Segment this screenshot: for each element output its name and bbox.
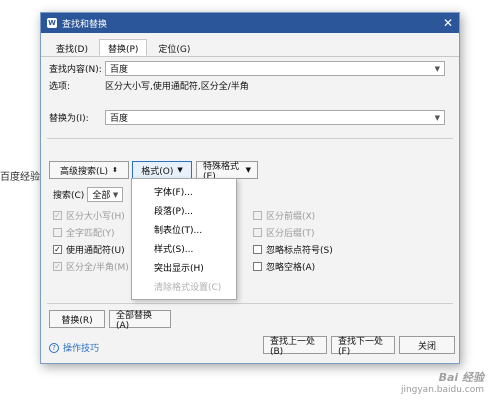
prefix-checkbox[interactable]: 区分前缀(X) — [253, 208, 315, 222]
options-row: 选项: 区分大小写,使用通配符,区分全/半角 — [49, 79, 249, 92]
help-icon: ? — [49, 342, 59, 353]
background-text: 百度经验 — [0, 172, 40, 183]
tab-replace[interactable]: 替换(P) — [98, 39, 148, 56]
tips-link[interactable]: 操作技巧 — [63, 341, 99, 354]
watermark-logo: Bai 经验 — [438, 371, 484, 384]
tab-goto[interactable]: 定位(G) — [149, 39, 199, 56]
find-replace-dialog: W 查找和替换 ✕ 查找(D) 替换(P) 定位(G) 查找内容(N): 百度 … — [40, 12, 460, 364]
app-icon: W — [47, 18, 57, 28]
search-scope-row: 搜索(C) 全部 ▼ — [53, 187, 124, 202]
format-button[interactable]: 格式(O) ▼ — [132, 161, 192, 179]
replace-all-button[interactable]: 全部替换(A) — [109, 310, 171, 331]
replace-value: 百度 — [110, 114, 129, 124]
close-icon[interactable]: ✕ — [443, 17, 453, 29]
menu-item-paragraph[interactable]: 段落(P)... — [132, 201, 236, 220]
checkbox-box — [253, 244, 262, 254]
replace-button[interactable]: 替换(R) — [49, 310, 105, 328]
suffix-checkbox[interactable]: 区分后缀(T) — [253, 225, 315, 239]
options-label: 选项: — [49, 82, 71, 92]
checkbox-label: 忽略标点符号(S) — [266, 245, 333, 256]
titlebar: W 查找和替换 ✕ — [41, 13, 459, 33]
search-label: 搜索(C) — [53, 191, 85, 201]
advanced-search-label: 高级搜索(L) — [60, 166, 109, 177]
tips-row[interactable]: ? 操作技巧 — [49, 341, 99, 354]
chevron-down-icon: ▼ — [177, 166, 183, 174]
replace-row: 替换为(I): 百度 ▼ — [49, 110, 453, 125]
format-menu: 字体(F)... 段落(P)... 制表位(T)... 样式(S)... 突出显… — [131, 178, 237, 300]
format-label: 格式(O) — [141, 166, 174, 177]
menu-item-tabs[interactable]: 制表位(T)... — [132, 220, 236, 239]
chevron-down-icon: ▼ — [245, 166, 251, 174]
match-case-checkbox[interactable]: ✓ 区分大小写(H) — [53, 208, 125, 222]
checkbox-box — [253, 210, 262, 220]
ignore-punct-checkbox[interactable]: 忽略标点符号(S) — [253, 242, 333, 256]
find-input[interactable]: 百度 ▼ — [105, 61, 445, 76]
divider — [47, 138, 453, 139]
replace-input[interactable]: 百度 ▼ — [105, 110, 445, 125]
special-format-button[interactable]: 特殊格式(E) ▼ — [196, 161, 258, 182]
advanced-search-button[interactable]: 高级搜索(L) ⬍ — [49, 161, 129, 179]
chevron-down-icon[interactable]: ▼ — [435, 114, 440, 122]
find-label: 查找内容(N): — [49, 65, 102, 75]
checkbox-box — [253, 261, 262, 271]
checkbox-box — [53, 227, 62, 237]
menu-item-clear-format: 清除格式设置(C) — [154, 283, 222, 293]
chevron-up-down-icon: ⬍ — [112, 166, 118, 174]
dialog-title: 查找和替换 — [62, 19, 108, 30]
menu-item-style[interactable]: 样式(S)... — [132, 239, 236, 258]
checkbox-label: 区分前缀(X) — [266, 211, 316, 222]
checkbox-label: 区分后缀(T) — [266, 228, 315, 239]
checkbox-box: ✓ — [53, 261, 62, 271]
divider — [47, 303, 453, 304]
watermark: Bai 经验 jingyan.baidu.com — [401, 372, 484, 396]
checkbox-label: 忽略空格(A) — [266, 262, 316, 273]
find-next-button[interactable]: 查找下一处(F) — [331, 336, 395, 357]
wildcard-checkbox[interactable]: ✓ 使用通配符(U) — [53, 242, 125, 256]
close-button[interactable]: 关闭 — [399, 336, 455, 354]
options-value: 区分大小写,使用通配符,区分全/半角 — [105, 82, 249, 92]
checkbox-label: 全字匹配(Y) — [66, 228, 115, 239]
chevron-down-icon[interactable]: ▼ — [435, 65, 440, 73]
checkbox-box — [253, 227, 262, 237]
whole-word-checkbox[interactable]: 全字匹配(Y) — [53, 225, 115, 239]
width-checkbox[interactable]: ✓ 区分全/半角(M) — [53, 259, 129, 273]
chevron-down-icon: ▼ — [112, 190, 119, 199]
checkbox-box: ✓ — [53, 244, 62, 254]
tab-find[interactable]: 查找(D) — [47, 39, 97, 56]
checkbox-label: 区分全/半角(M) — [66, 262, 129, 273]
find-previous-button[interactable]: 查找上一处(B) — [263, 336, 327, 357]
menu-item-highlight[interactable]: 突出显示(H) — [132, 258, 236, 277]
menu-item-font[interactable]: 字体(F)... — [132, 182, 236, 201]
find-value: 百度 — [110, 65, 129, 75]
checkbox-label: 区分大小写(H) — [66, 211, 125, 222]
replace-label: 替换为(I): — [49, 114, 89, 124]
ignore-space-checkbox[interactable]: 忽略空格(A) — [253, 259, 315, 273]
tab-bar: 查找(D) 替换(P) 定位(G) — [41, 33, 459, 57]
search-scope-value: 全部 — [92, 191, 111, 201]
checkbox-label: 使用通配符(U) — [66, 245, 125, 256]
search-scope-select[interactable]: 全部 ▼ — [87, 187, 124, 202]
watermark-url: jingyan.baidu.com — [400, 385, 484, 395]
find-row: 查找内容(N): 百度 ▼ — [49, 61, 453, 76]
checkbox-box: ✓ — [53, 210, 62, 220]
